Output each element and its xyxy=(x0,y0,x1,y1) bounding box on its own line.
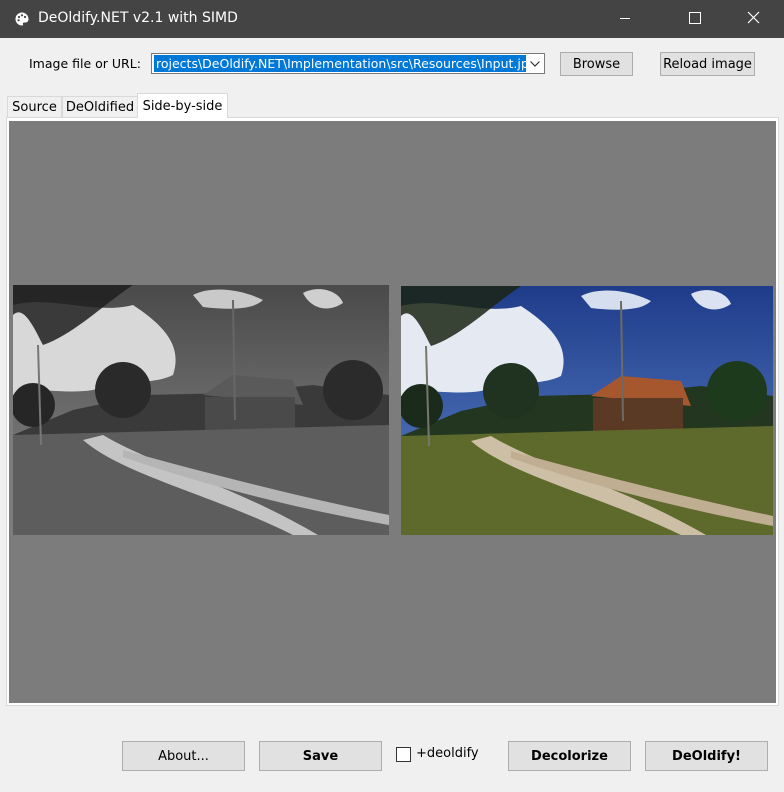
image-file-label: Image file or URL: xyxy=(29,56,141,71)
deoldified-image xyxy=(401,286,773,535)
minimize-button[interactable] xyxy=(602,0,648,38)
close-button[interactable] xyxy=(730,0,776,38)
maximize-icon xyxy=(689,11,701,27)
close-icon xyxy=(747,11,760,27)
browse-button[interactable]: Browse xyxy=(560,52,633,76)
title-bar: DeOldify.NET v2.1 with SIMD xyxy=(0,0,784,38)
source-image xyxy=(13,285,389,535)
tab-source[interactable]: Source xyxy=(7,96,62,117)
reload-image-button[interactable]: Reload image xyxy=(660,52,755,76)
decolorize-button[interactable]: Decolorize xyxy=(508,741,631,771)
tab-deoldified[interactable]: DeOldified xyxy=(62,96,138,117)
chevron-down-icon[interactable] xyxy=(526,54,544,73)
window-title: DeOldify.NET v2.1 with SIMD xyxy=(38,10,238,26)
maximize-button[interactable] xyxy=(672,0,718,38)
deoldify-checkbox-label[interactable]: +deoldify xyxy=(416,746,479,761)
deoldify-button[interactable]: DeOldify! xyxy=(645,741,768,771)
deoldify-checkbox[interactable] xyxy=(396,747,411,762)
about-button[interactable]: About... xyxy=(122,741,245,771)
save-button[interactable]: Save xyxy=(259,741,382,771)
image-path-combobox[interactable]: rojects\DeOldify.NET\Implementation\src\… xyxy=(151,53,545,74)
palette-icon xyxy=(14,11,30,27)
tab-side-by-side[interactable]: Side-by-side xyxy=(137,93,228,118)
minimize-icon xyxy=(619,12,631,27)
image-path-value[interactable]: rojects\DeOldify.NET\Implementation\src\… xyxy=(154,55,526,72)
